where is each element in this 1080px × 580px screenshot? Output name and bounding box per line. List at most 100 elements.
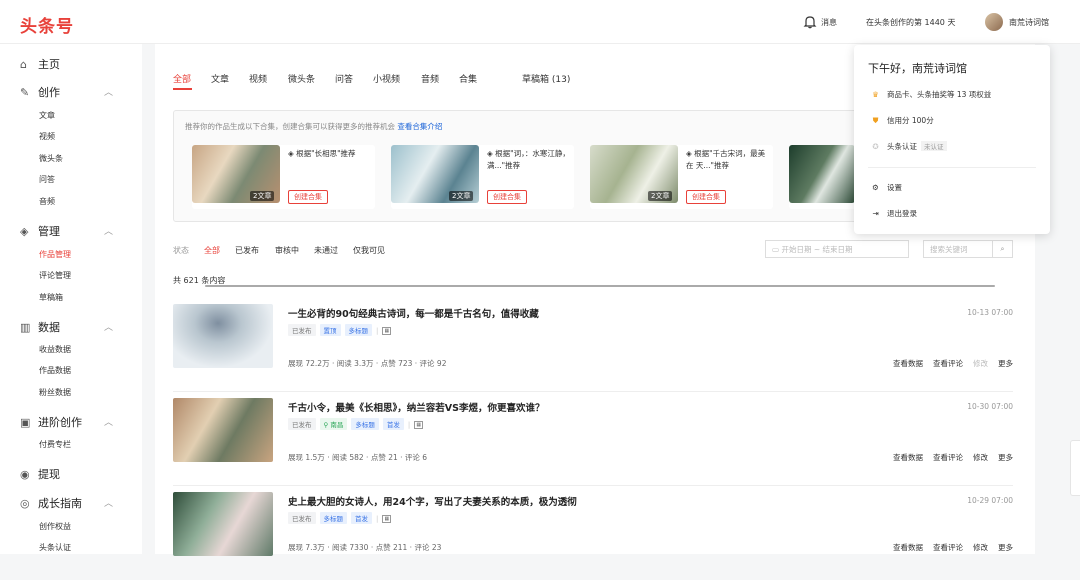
tab-video[interactable]: 视频: [249, 72, 267, 85]
logo[interactable]: 头条号: [20, 12, 74, 37]
view-comments-button[interactable]: 查看评论: [933, 453, 963, 462]
tag-published: 已发布: [288, 512, 316, 524]
create-collection-button[interactable]: 创建合集: [686, 190, 726, 204]
active-tab-indicator: [173, 88, 192, 90]
sidebar-item-withdraw[interactable]: ◉ 提现: [20, 466, 60, 482]
sidebar-item-paid-column[interactable]: 付费专栏: [39, 439, 71, 450]
chevron-up-icon: ︿: [104, 418, 114, 428]
user-menu-popup: 下午好，南荒诗词馆 ♛ 商品卡、头条抽奖等 13 项权益 ⛊ 信用分 100分 ✪ 头…: [854, 45, 1050, 234]
sidebar-item-qa[interactable]: 问答: [39, 174, 55, 185]
creation-days: 在头条创作的第 1440 天: [866, 18, 956, 27]
more-button[interactable]: 更多: [998, 453, 1013, 462]
status-filter-label: 状态: [173, 246, 189, 255]
filter-private[interactable]: 仅我可见: [353, 245, 385, 256]
sidebar-item-video[interactable]: 视频: [39, 131, 55, 142]
sidebar-item-rights[interactable]: 创作权益: [39, 521, 71, 532]
sidebar-item-work-data[interactable]: 作品数据: [39, 365, 71, 376]
tab-audio[interactable]: 音频: [421, 72, 439, 85]
recommend-image[interactable]: [789, 145, 855, 203]
settings-text: 设置: [887, 183, 902, 192]
create-collection-button[interactable]: 创建合集: [288, 190, 328, 204]
article-title[interactable]: 一生必背的90句经典古诗词，每一都是千古名句，值得收藏: [288, 306, 539, 320]
coin-icon: ◉: [20, 468, 30, 481]
recommend-card: 2文章 ◈ 根据"千古宋词，最美在 天..."推荐 创建合集: [590, 145, 773, 209]
username[interactable]: 南荒诗词馆: [1009, 17, 1049, 28]
sidebar-item-comments[interactable]: 评论管理: [39, 270, 71, 281]
view-data-button[interactable]: 查看数据: [893, 359, 923, 368]
edit-button[interactable]: 修改: [973, 453, 988, 462]
verify-item[interactable]: ✪ 头条认证 未认证: [870, 141, 947, 152]
view-data-button[interactable]: 查看数据: [893, 453, 923, 462]
filter-rejected[interactable]: 未通过: [314, 245, 338, 256]
tab-drafts[interactable]: 草稿箱 (13): [522, 72, 570, 85]
search-input[interactable]: 搜索关键词 ⌕: [923, 240, 1013, 258]
sidebar-item-home[interactable]: ⌂ 主页: [20, 56, 60, 72]
sidebar-group-data[interactable]: ▥ 数据 ︿: [20, 319, 113, 335]
rights-item[interactable]: ♛ 商品卡、头条抽奖等 13 项权益: [870, 89, 991, 100]
home-icon: ⌂: [20, 58, 27, 71]
logout-item[interactable]: ⇥ 退出登录: [870, 208, 917, 219]
article-thumbnail[interactable]: [173, 304, 273, 368]
article-time: 10-30 07:00: [967, 402, 1013, 411]
sidebar-group-manage[interactable]: ◈ 管理 ︿: [20, 223, 113, 239]
tab-weitoutiao[interactable]: 微头条: [288, 72, 315, 85]
date-range-picker[interactable]: ▭ 开始日期 ~ 结束日期: [765, 240, 909, 258]
tab-collection[interactable]: 合集: [459, 72, 477, 85]
sidebar-item-drafts[interactable]: 草稿箱: [39, 292, 63, 303]
logout-text: 退出登录: [887, 209, 917, 218]
sidebar-item-weitoutiao[interactable]: 微头条: [39, 153, 63, 164]
view-comments-button[interactable]: 查看评论: [933, 359, 963, 368]
sidebar-item-article[interactable]: 文章: [39, 110, 55, 121]
tag-separator: |: [376, 327, 379, 335]
filter-all[interactable]: 全部: [204, 245, 220, 256]
gem-icon: ◈: [487, 149, 496, 158]
sidebar-item-fans[interactable]: 粉丝数据: [39, 387, 71, 398]
recommend-title-text: 根据"长相思"推荐: [296, 149, 356, 158]
bell-icon[interactable]: [803, 15, 817, 29]
horizontal-scrollbar[interactable]: [205, 285, 995, 287]
total-count: 共 621 条内容: [173, 276, 226, 285]
start-date: 开始日期: [781, 245, 812, 254]
filter-reviewing[interactable]: 审核中: [275, 245, 299, 256]
messages-link[interactable]: 消息: [821, 17, 837, 28]
create-collection-button[interactable]: 创建合集: [487, 190, 527, 204]
tab-qa[interactable]: 问答: [335, 72, 353, 85]
verify-status-badge: 未认证: [921, 141, 947, 151]
sidebar-group-label: 管理: [38, 225, 60, 238]
article-title[interactable]: 史上最大胆的女诗人，用24个字，写出了夫妻关系的本质，极为透彻: [288, 494, 577, 508]
article-title[interactable]: 千古小令，最美《长相思》，纳兰容若VS李煜，你更喜欢谁？: [288, 400, 544, 414]
recommend-tip: 推荐你的作品生成以下合集，创建合集可以获得更多的推荐机会 查看合集介绍: [185, 121, 442, 132]
more-button[interactable]: 更多: [998, 359, 1013, 368]
avatar[interactable]: [985, 13, 1003, 31]
recommend-title: ◈ 根据"长相思"推荐: [288, 148, 373, 160]
tab-article[interactable]: 文章: [211, 72, 229, 85]
sidebar-group-guide[interactable]: ◎ 成长指南 ︿: [20, 495, 113, 511]
sidebar-item-works[interactable]: 作品管理: [39, 249, 71, 260]
sidebar-item-audio[interactable]: 音频: [39, 196, 55, 207]
sidebar-group-advanced[interactable]: ▣ 进阶创作 ︿: [20, 414, 113, 430]
view-comments-button[interactable]: 查看评论: [933, 543, 963, 552]
crown-icon: ♛: [872, 90, 879, 99]
search-icon[interactable]: ⌕: [992, 241, 1012, 257]
sidebar-group-create[interactable]: ✎ 创作 ︿: [20, 84, 113, 100]
sidebar-item-income[interactable]: 收益数据: [39, 344, 71, 355]
article-thumbnail[interactable]: [173, 398, 273, 462]
article-stats: 展现 72.2万 · 阅读 3.3万 · 点赞 723 · 评论 92: [288, 359, 447, 368]
filter-published[interactable]: 已发布: [235, 245, 259, 256]
view-data-button[interactable]: 查看数据: [893, 543, 923, 552]
chevron-up-icon: ︿: [104, 88, 114, 98]
edit-button[interactable]: 修改: [973, 543, 988, 552]
credit-item[interactable]: ⛊ 信用分 100分: [870, 115, 934, 126]
floating-side-button[interactable]: [1070, 440, 1080, 496]
sidebar-item-verify[interactable]: 头条认证: [39, 542, 71, 553]
bar-chart-icon: ▥: [20, 321, 31, 334]
tag-separator: |: [376, 515, 379, 523]
settings-item[interactable]: ⚙ 设置: [870, 182, 902, 193]
article-thumbnail[interactable]: [173, 492, 273, 556]
more-button[interactable]: 更多: [998, 543, 1013, 552]
tab-all[interactable]: 全部: [173, 72, 191, 85]
tag-multi-title: 多标题: [344, 324, 372, 336]
tab-short-video[interactable]: 小视频: [373, 72, 400, 85]
collection-intro-link[interactable]: 查看合集介绍: [397, 122, 442, 131]
article-stats: 展现 7.3万 · 阅读 7330 · 点赞 211 · 评论 23: [288, 543, 442, 552]
